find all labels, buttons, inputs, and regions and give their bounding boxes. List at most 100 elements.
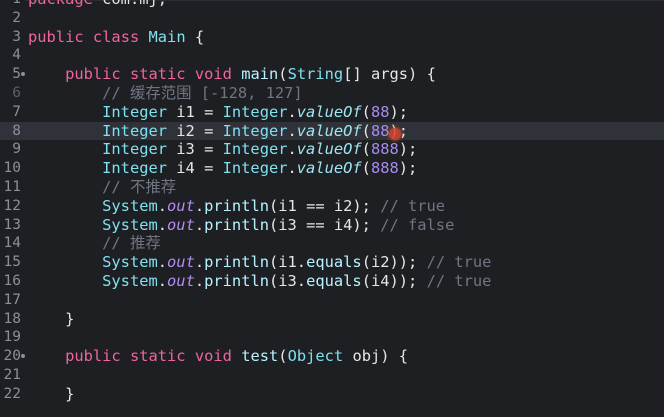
fold-indicator-icon[interactable] [21,354,25,359]
code-token: Integer [222,159,288,178]
code-token: valueOf [296,140,362,159]
code-token: (i1 == i2); [269,196,381,215]
line-number: 22 [3,385,21,402]
code-token: public [65,347,121,366]
code-token: . [157,253,168,272]
code-token: Integer [102,140,168,159]
code-text: public static void test(Object obj) { [28,347,408,366]
code-token: . [287,140,297,159]
code-line[interactable]: 17 [0,291,664,310]
code-token: [] args) { [343,65,436,84]
code-text: package com.mj; [28,0,167,9]
code-token: package [28,0,93,8]
code-editor[interactable]: 1package com.mj;23public class Main {45 … [0,0,664,417]
code-token: (i1. [269,253,307,272]
code-token: // 不推荐 [102,178,177,196]
code-token: public [65,65,121,84]
code-line[interactable]: 12 System.out.println(i1 == i2); // true [0,197,664,216]
code-token: . [194,253,205,272]
code-text: } [28,310,74,329]
code-token: . [287,159,297,178]
line-number: 15 [3,254,21,271]
code-line[interactable]: 11 // 不推荐 [0,178,664,197]
line-number: 17 [3,291,21,308]
code-token: valueOf [296,102,362,121]
code-token: void [194,347,232,366]
code-line[interactable]: 9 Integer i3 = Integer.valueOf(888); [0,140,664,159]
code-token: String [287,65,344,84]
code-token: // false [380,215,455,234]
code-text: // 缓存范围 [-128, 127] [28,84,303,103]
code-text: Integer i3 = Integer.valueOf(888); [28,140,417,159]
code-text: System.out.println(i3 == i4); // false [28,216,454,235]
code-token: out [167,272,195,290]
code-token: System [102,253,158,272]
code-line[interactable]: 6 // 缓存范围 [-128, 127] [0,84,664,103]
code-token: // true [426,272,492,290]
code-line[interactable]: 18 } [0,310,664,329]
code-token: Integer [102,102,168,121]
code-token: (i3. [269,272,307,290]
code-token: 888 [370,140,399,159]
code-line[interactable]: 16 System.out.println(i3.equals(i4)); //… [0,272,664,291]
line-number: 19 [3,329,21,346]
code-text: System.out.println(i3.equals(i4)); // tr… [28,272,491,291]
code-token: println [204,272,269,290]
code-token: . [287,102,297,121]
code-line[interactable]: 13 System.out.println(i3 == i4); // fals… [0,216,664,235]
line-number: 20 [3,348,21,365]
code-line[interactable]: 7 Integer i1 = Integer.valueOf(88); [0,103,664,122]
code-text: // 推荐 [28,234,161,253]
code-token: ( [361,102,371,121]
code-line[interactable]: 3 public class Main { [0,28,664,47]
code-line[interactable]: 14 // 推荐 [0,234,664,253]
code-token: Integer [222,140,288,159]
code-text: // 不推荐 [28,178,176,197]
code-token: valueOf [296,121,362,140]
code-line[interactable]: 8 Integer i2 = Integer.valueOf(88); [0,121,664,141]
line-number: 16 [3,273,21,289]
code-token: out [167,215,195,234]
code-line[interactable]: 19 [0,328,664,347]
code-line[interactable]: 15 System.out.println(i1.equals(i2)); //… [0,253,664,272]
code-token: obj) { [343,347,409,366]
code-token: Object [287,347,344,366]
code-token: . [287,121,297,140]
fold-indicator-icon[interactable] [21,72,25,77]
code-token: // true [380,196,446,215]
code-token: ); [389,102,409,121]
line-number: 3 [12,28,21,45]
code-token: i4 = [167,159,223,178]
code-token: ); [398,159,418,178]
code-token: println [204,215,269,234]
line-number: 4 [12,47,21,64]
code-line[interactable]: 10 Integer i4 = Integer.valueOf(888); [0,159,664,178]
code-token: println [204,196,269,215]
code-token: . [194,272,205,290]
code-token: System [102,196,158,215]
code-line[interactable]: 1 package com.mj; [0,0,664,9]
code-token: 888 [370,159,399,178]
code-line[interactable]: 5 public static void main(String[] args)… [0,65,664,84]
code-line[interactable]: 22 } [0,385,664,404]
code-line[interactable]: 2 [0,9,664,28]
code-text: } [28,385,74,404]
code-token: System [102,272,158,290]
line-number: 11 [3,179,21,195]
code-token: void [194,65,232,84]
code-line[interactable]: 20 public static void test(Object obj) { [0,347,664,366]
code-token: public [28,27,84,46]
code-line[interactable]: 21 [0,366,664,385]
code-token: i3 = [167,140,223,159]
code-line[interactable]: 4 [0,46,664,65]
code-token: equals [306,253,362,272]
